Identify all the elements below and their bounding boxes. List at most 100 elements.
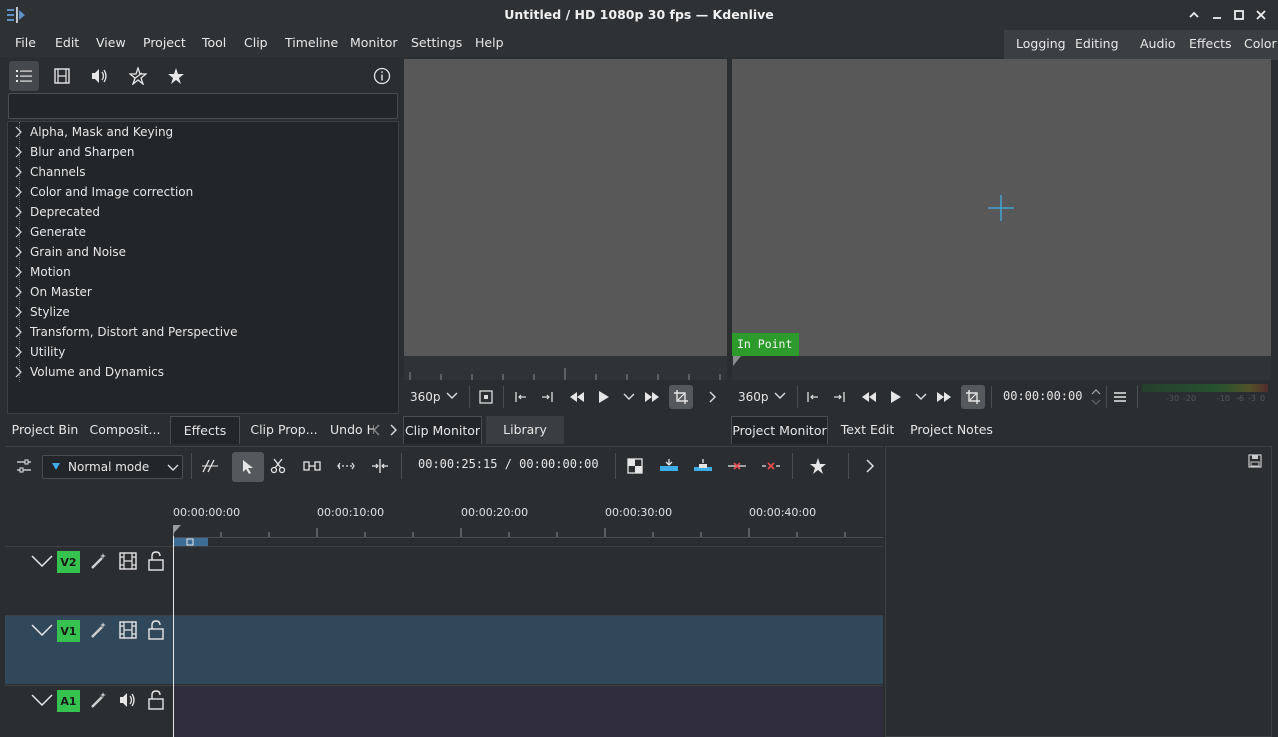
edit-mode-select[interactable]: Normal mode bbox=[42, 455, 183, 479]
menu-monitor[interactable]: Monitor bbox=[350, 35, 398, 50]
track-lane[interactable] bbox=[173, 686, 883, 737]
track-name-badge[interactable]: A1 bbox=[57, 690, 80, 712]
video-effects-icon[interactable] bbox=[47, 61, 77, 91]
project-resolution-select[interactable]: 360p bbox=[738, 390, 769, 404]
spacer-tool-icon[interactable] bbox=[300, 454, 324, 478]
layout-color[interactable]: Color bbox=[1244, 36, 1277, 51]
effect-wand-icon[interactable] bbox=[90, 552, 108, 570]
chevron-down-icon[interactable] bbox=[617, 385, 641, 409]
selection-tool-icon[interactable] bbox=[232, 452, 264, 482]
tab-compositions[interactable]: Composit... bbox=[86, 416, 164, 444]
audio-effects-icon[interactable] bbox=[85, 61, 115, 91]
set-in-point-icon[interactable] bbox=[508, 385, 532, 409]
tab-clip-monitor[interactable]: Clip Monitor bbox=[403, 416, 482, 444]
multicam-tool-icon[interactable] bbox=[368, 454, 392, 478]
menu-project[interactable]: Project bbox=[143, 35, 186, 50]
layout-audio[interactable]: Audio bbox=[1140, 36, 1176, 51]
layout-logging[interactable]: Logging bbox=[1016, 36, 1066, 51]
menu-clip[interactable]: Clip bbox=[244, 35, 268, 50]
lock-icon[interactable] bbox=[148, 690, 164, 710]
layout-editing[interactable]: Editing bbox=[1075, 36, 1119, 51]
chevron-down-icon[interactable] bbox=[446, 392, 458, 400]
clip-monitor-ruler[interactable] bbox=[404, 356, 727, 380]
play-icon[interactable] bbox=[884, 385, 908, 409]
chevron-right-icon[interactable] bbox=[858, 454, 882, 478]
track-lane[interactable] bbox=[173, 547, 883, 614]
hamburger-menu-icon[interactable] bbox=[1108, 385, 1132, 409]
crop-icon[interactable] bbox=[961, 385, 985, 409]
composite-view-icon[interactable] bbox=[623, 454, 647, 478]
lock-icon[interactable] bbox=[148, 620, 164, 640]
fit-zoom-icon[interactable] bbox=[474, 385, 498, 409]
minimize-button[interactable] bbox=[1208, 6, 1226, 24]
track-v1[interactable]: V1 bbox=[5, 615, 883, 684]
effect-category[interactable]: Utility bbox=[8, 342, 398, 362]
favorite-star-icon[interactable] bbox=[806, 454, 830, 478]
tab-effects[interactable]: Effects bbox=[170, 416, 240, 444]
chevron-left-icon[interactable] bbox=[372, 424, 382, 436]
chevron-down-icon[interactable] bbox=[31, 624, 53, 636]
chevron-down-icon[interactable] bbox=[909, 385, 933, 409]
effect-category[interactable]: Volume and Dynamics bbox=[8, 362, 398, 382]
film-icon[interactable] bbox=[119, 621, 137, 639]
menu-tool[interactable]: Tool bbox=[202, 35, 226, 50]
tab-project-bin[interactable]: Project Bin bbox=[4, 416, 86, 444]
chevron-down-icon[interactable] bbox=[31, 694, 53, 706]
effect-category[interactable]: Generate bbox=[8, 222, 398, 242]
tab-project-notes[interactable]: Project Notes bbox=[909, 416, 994, 444]
custom-effects-icon[interactable] bbox=[123, 61, 153, 91]
menu-file[interactable]: File bbox=[15, 35, 36, 50]
fast-forward-icon[interactable] bbox=[640, 385, 664, 409]
chevron-right-icon[interactable] bbox=[388, 424, 398, 436]
tab-text-edit[interactable]: Text Edit bbox=[834, 416, 901, 444]
chevron-down-icon[interactable] bbox=[31, 555, 53, 567]
fast-forward-icon[interactable] bbox=[932, 385, 956, 409]
effect-wand-icon[interactable] bbox=[90, 621, 108, 639]
effect-category[interactable]: Blur and Sharpen bbox=[8, 142, 398, 162]
play-icon[interactable] bbox=[592, 385, 616, 409]
set-out-point-icon[interactable] bbox=[828, 385, 852, 409]
effect-category[interactable]: Transform, Distort and Perspective bbox=[8, 322, 398, 342]
chevron-down-icon[interactable] bbox=[774, 392, 786, 400]
project-monitor-screen[interactable]: In Point bbox=[732, 59, 1271, 356]
menu-timeline[interactable]: Timeline bbox=[285, 35, 338, 50]
lift-zone-icon[interactable] bbox=[759, 454, 783, 478]
speaker-icon[interactable] bbox=[119, 692, 137, 708]
tab-undo-history[interactable]: Undo H bbox=[330, 416, 374, 444]
tab-library[interactable]: Library bbox=[486, 416, 564, 444]
info-icon[interactable] bbox=[367, 61, 397, 91]
insert-clip-icon[interactable] bbox=[657, 454, 681, 478]
effect-category[interactable]: Motion bbox=[8, 262, 398, 282]
effect-wand-icon[interactable] bbox=[90, 691, 108, 709]
layout-effects[interactable]: Effects bbox=[1189, 36, 1232, 51]
effect-search-input[interactable] bbox=[8, 93, 398, 119]
project-monitor-ruler[interactable] bbox=[732, 356, 1271, 380]
set-in-point-icon[interactable] bbox=[800, 385, 824, 409]
project-timecode[interactable]: 00:00:00:00 bbox=[1003, 389, 1082, 403]
film-icon[interactable] bbox=[119, 552, 137, 570]
effect-category[interactable]: Grain and Noise bbox=[8, 242, 398, 262]
chevron-right-icon[interactable] bbox=[701, 385, 725, 409]
razor-tool-icon[interactable] bbox=[266, 454, 290, 478]
lock-icon[interactable] bbox=[148, 551, 164, 571]
close-button[interactable] bbox=[1252, 6, 1270, 24]
clip-monitor-screen[interactable] bbox=[404, 59, 727, 356]
razor-all-icon[interactable] bbox=[198, 454, 222, 478]
chevron-up-icon[interactable] bbox=[1185, 6, 1203, 24]
track-settings-icon[interactable] bbox=[12, 454, 36, 478]
effect-category[interactable]: Alpha, Mask and Keying bbox=[8, 122, 398, 142]
set-out-point-icon[interactable] bbox=[536, 385, 560, 409]
track-name-badge[interactable]: V1 bbox=[57, 620, 80, 642]
effect-category[interactable]: Channels bbox=[8, 162, 398, 182]
crop-icon[interactable] bbox=[669, 385, 693, 409]
effect-category[interactable]: Stylize bbox=[8, 302, 398, 322]
effect-category[interactable]: Color and Image correction bbox=[8, 182, 398, 202]
menu-edit[interactable]: Edit bbox=[55, 35, 79, 50]
save-icon[interactable] bbox=[1248, 454, 1262, 468]
timeline-ruler[interactable]: 00:00:00:00 00:00:10:00 00:00:20:00 00:0… bbox=[5, 500, 883, 546]
clip-resolution-select[interactable]: 360p bbox=[410, 390, 441, 404]
overwrite-clip-icon[interactable] bbox=[691, 454, 715, 478]
effect-category[interactable]: Deprecated bbox=[8, 202, 398, 222]
rewind-icon[interactable] bbox=[857, 385, 881, 409]
effect-category[interactable]: On Master bbox=[8, 282, 398, 302]
